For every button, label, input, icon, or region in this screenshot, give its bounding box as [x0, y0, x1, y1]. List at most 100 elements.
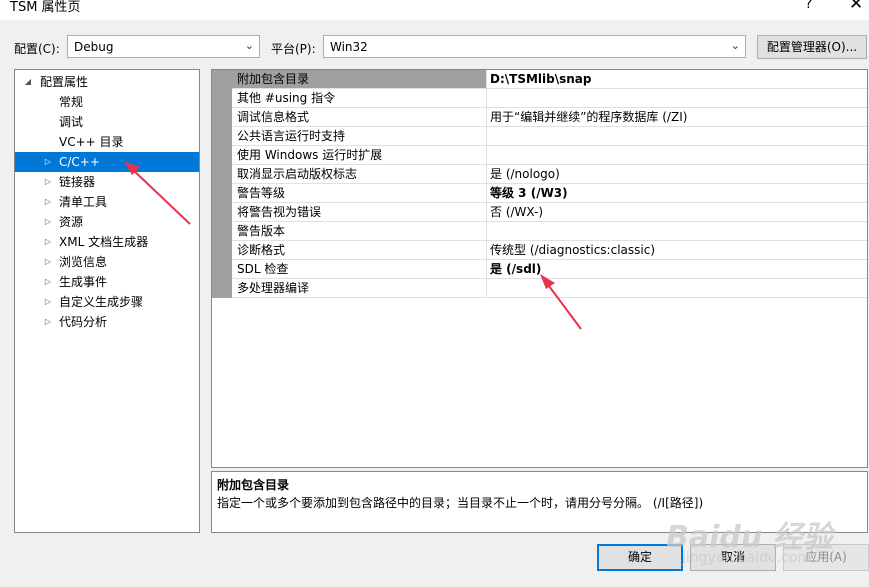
property-name: 警告等级: [232, 184, 487, 203]
config-label: 配置(C):: [14, 42, 60, 56]
property-row[interactable]: 公共语言运行时支持: [212, 127, 867, 146]
cancel-button[interactable]: 取消: [690, 544, 776, 571]
property-value[interactable]: 用于“编辑并继续”的程序数据库 (/ZI): [487, 108, 867, 127]
property-row[interactable]: 警告等级 等级 3 (/W3): [212, 184, 867, 203]
tree-item-label: 调试: [59, 115, 84, 129]
property-value[interactable]: D:\TSMlib\snap: [487, 70, 867, 89]
tree-item[interactable]: ▷ C/C++: [15, 152, 199, 172]
expand-triangle-icon[interactable]: ▷: [42, 292, 54, 312]
tree-item[interactable]: ▷ 清单工具: [15, 192, 199, 212]
property-name: SDL 检查: [232, 260, 487, 279]
close-button[interactable]: ✕: [849, 0, 863, 14]
tree-item[interactable]: ▷ 链接器: [15, 172, 199, 192]
expand-triangle-icon[interactable]: ▷: [42, 252, 54, 272]
tree-item-label: VC++ 目录: [59, 135, 124, 149]
row-gutter: [212, 279, 232, 298]
property-value[interactable]: 是 (/sdl): [487, 260, 867, 279]
property-name: 附加包含目录: [232, 70, 487, 89]
description-panel: 附加包含目录 指定一个或多个要添加到包含路径中的目录；当目录不止一个时，请用分号…: [211, 471, 868, 533]
tree-item[interactable]: ▷ 自定义生成步骤: [15, 292, 199, 312]
property-name: 使用 Windows 运行时扩展: [232, 146, 487, 165]
apply-button[interactable]: 应用(A): [783, 544, 869, 571]
tree-root-label: 配置属性: [40, 75, 89, 89]
expand-triangle-icon[interactable]: ▷: [42, 172, 54, 192]
tree-item-label: C/C++: [59, 155, 100, 169]
tree-item-label: XML 文档生成器: [59, 235, 149, 249]
property-row[interactable]: 其他 #using 指令: [212, 89, 867, 108]
tree-item[interactable]: 常规: [15, 92, 199, 112]
expand-triangle-icon[interactable]: ▷: [42, 212, 54, 232]
collapse-triangle-icon[interactable]: ◢: [22, 72, 34, 92]
chevron-down-icon: ⌄: [730, 39, 740, 52]
row-gutter: [212, 222, 232, 241]
property-row[interactable]: 附加包含目录 D:\TSMlib\snap: [212, 70, 867, 89]
tree-item[interactable]: VC++ 目录: [15, 132, 199, 152]
row-gutter: [212, 89, 232, 108]
property-row[interactable]: 使用 Windows 运行时扩展: [212, 146, 867, 165]
property-name: 多处理器编译: [232, 279, 487, 298]
tree-root[interactable]: ◢ 配置属性: [15, 72, 199, 92]
property-row[interactable]: SDL 检查是 (/sdl): [212, 260, 867, 279]
platform-dropdown[interactable]: Win32 ⌄: [323, 35, 746, 58]
property-value[interactable]: 否 (/WX-): [487, 203, 867, 222]
expand-triangle-icon[interactable]: ▷: [42, 312, 54, 332]
row-gutter: [212, 184, 232, 203]
config-manager-button[interactable]: 配置管理器(O)...: [757, 35, 867, 59]
property-value[interactable]: [487, 222, 867, 241]
property-name: 将警告视为错误: [232, 203, 487, 222]
property-name: 取消显示启动版权标志: [232, 165, 487, 184]
property-row[interactable]: 调试信息格式 用于“编辑并继续”的程序数据库 (/ZI): [212, 108, 867, 127]
row-gutter: [212, 146, 232, 165]
tree-item-label: 代码分析: [59, 315, 108, 329]
tree-item-label: 生成事件: [59, 275, 108, 289]
tree-item-label: 自定义生成步骤: [59, 295, 144, 309]
expand-triangle-icon[interactable]: ▷: [42, 152, 54, 172]
tree-item-label: 清单工具: [59, 195, 108, 209]
row-gutter: [212, 127, 232, 146]
property-row[interactable]: 将警告视为错误否 (/WX-): [212, 203, 867, 222]
property-tree: ◢ 配置属性 常规调试 VC++ 目录 ▷ C/C++ ▷ 链接器 ▷ 清单工具 ▷ 资源 ▷ XML…: [14, 69, 200, 533]
property-value[interactable]: [487, 146, 867, 165]
row-gutter: [212, 165, 232, 184]
tree-item[interactable]: ▷ XML 文档生成器: [15, 232, 199, 252]
ok-button[interactable]: 确定: [597, 544, 683, 571]
chevron-down-icon: ⌄: [244, 39, 254, 52]
property-value[interactable]: 等级 3 (/W3): [487, 184, 867, 203]
tree-item[interactable]: ▷ 浏览信息: [15, 252, 199, 272]
tree-item[interactable]: ▷ 资源: [15, 212, 199, 232]
property-row[interactable]: 多处理器编译: [212, 279, 867, 298]
tree-item[interactable]: ▷ 生成事件: [15, 272, 199, 292]
help-button[interactable]: ?: [805, 0, 812, 12]
property-grid: 附加包含目录 D:\TSMlib\snap 其他 #using 指令 调试信息格式 用于…: [211, 69, 868, 468]
property-name: 其他 #using 指令: [232, 89, 487, 108]
property-name: 警告版本: [232, 222, 487, 241]
expand-triangle-icon[interactable]: ▷: [42, 192, 54, 212]
row-gutter: [212, 203, 232, 222]
platform-value: Win32: [330, 40, 368, 54]
platform-label: 平台(P):: [271, 42, 316, 56]
title-bar: TSM 属性页 ? ✕: [0, 0, 869, 20]
property-name: 诊断格式: [232, 241, 487, 260]
property-row[interactable]: 诊断格式 传统型 (/diagnostics:classic): [212, 241, 867, 260]
tree-item-label: 常规: [59, 95, 84, 109]
description-text: 指定一个或多个要添加到包含路径中的目录；当目录不止一个时，请用分号分隔。 (/I…: [217, 496, 704, 510]
tree-item[interactable]: ▷ 代码分析: [15, 312, 199, 332]
property-row[interactable]: 取消显示启动版权标志是 (/nologo): [212, 165, 867, 184]
row-gutter: [212, 70, 232, 89]
window-title: TSM 属性页: [10, 0, 81, 15]
tree-item-label: 浏览信息: [59, 255, 108, 269]
property-value[interactable]: 传统型 (/diagnostics:classic): [487, 241, 867, 260]
property-name: 公共语言运行时支持: [232, 127, 487, 146]
expand-triangle-icon[interactable]: ▷: [42, 272, 54, 292]
property-row[interactable]: 警告版本: [212, 222, 867, 241]
tree-item-label: 资源: [59, 215, 84, 229]
config-dropdown[interactable]: Debug ⌄: [67, 35, 260, 58]
property-value[interactable]: [487, 89, 867, 108]
tree-item[interactable]: 调试: [15, 112, 199, 132]
tree-item-label: 链接器: [59, 175, 96, 189]
property-value[interactable]: [487, 127, 867, 146]
property-value[interactable]: [487, 279, 867, 298]
property-name: 调试信息格式: [232, 108, 487, 127]
expand-triangle-icon[interactable]: ▷: [42, 232, 54, 252]
property-value[interactable]: 是 (/nologo): [487, 165, 867, 184]
